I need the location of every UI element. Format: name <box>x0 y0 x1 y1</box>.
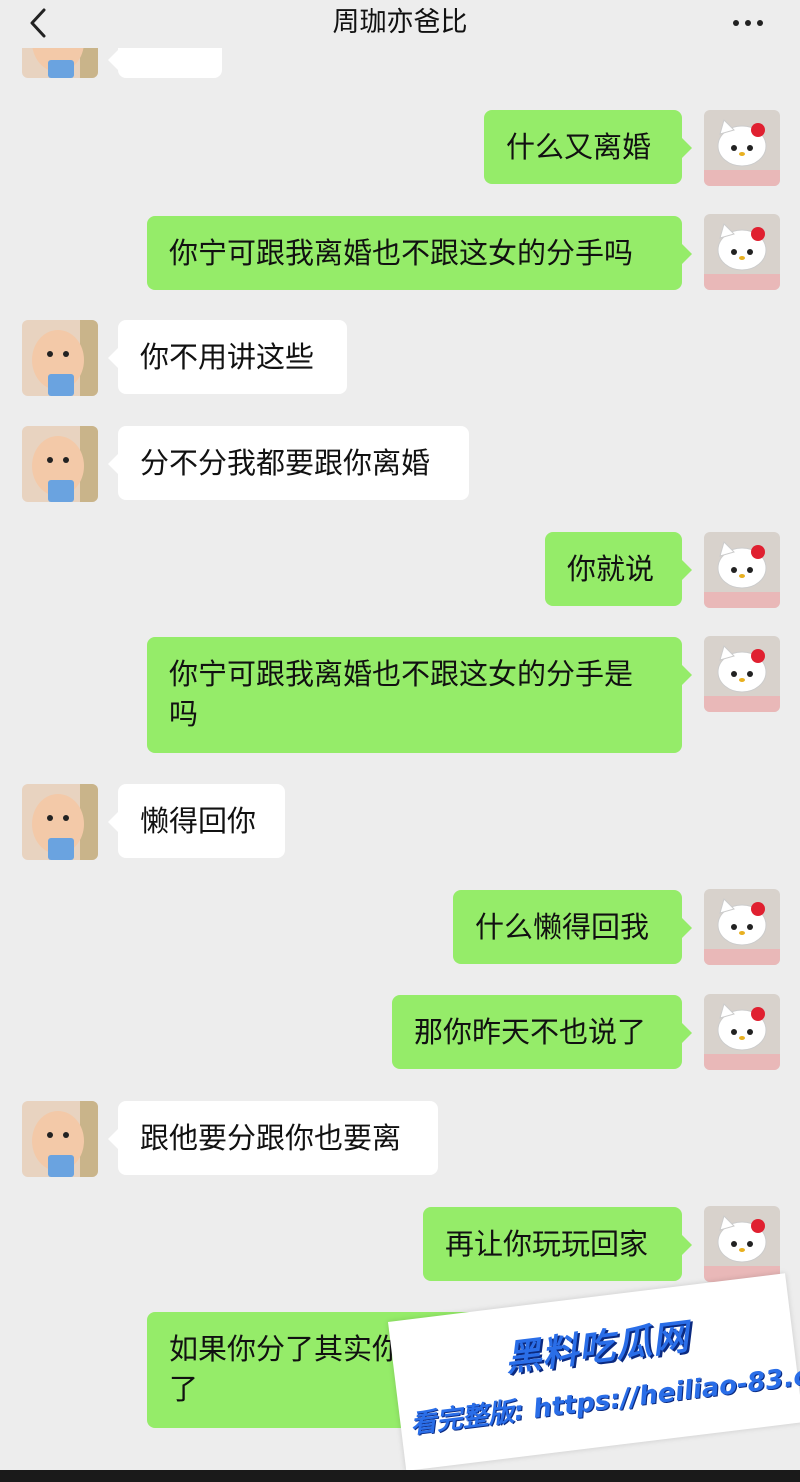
contact-avatar-baby[interactable] <box>22 1101 98 1177</box>
contact-avatar-baby[interactable] <box>22 320 98 396</box>
baby-avatar-icon <box>22 426 98 502</box>
message-bubble-incoming[interactable]: 懒得回你 <box>108 784 285 858</box>
hellokitty-avatar-icon <box>704 994 780 1070</box>
my-avatar-hellokitty[interactable] <box>704 110 780 186</box>
hellokitty-avatar-icon <box>704 889 780 965</box>
message-bubble-outgoing[interactable]: 你宁可跟我离婚也不跟这女的分手吗 <box>147 216 692 290</box>
watermark-banner: 黑料吃瓜网 看完整版: https://heiliao-83.com <box>388 1273 800 1471</box>
my-avatar-hellokitty[interactable] <box>704 214 780 290</box>
message-bubble-incoming[interactable]: 分不分我都要跟你离婚 <box>108 426 469 500</box>
my-avatar-hellokitty[interactable] <box>704 636 780 712</box>
baby-avatar-icon <box>22 1101 98 1177</box>
my-avatar-hellokitty[interactable] <box>704 994 780 1070</box>
my-avatar-hellokitty[interactable] <box>704 532 780 608</box>
baby-avatar-icon <box>22 320 98 396</box>
my-avatar-hellokitty[interactable] <box>704 889 780 965</box>
message-bubble-outgoing[interactable]: 那你昨天不也说了 <box>392 995 692 1069</box>
message-bubble-incoming[interactable]: 你不用讲这些 <box>108 320 347 394</box>
baby-avatar-icon <box>22 784 98 860</box>
message-bubble-outgoing[interactable]: 什么又离婚 <box>484 110 692 184</box>
chat-title: 周珈亦爸比 <box>332 7 468 38</box>
my-avatar-hellokitty[interactable] <box>704 1206 780 1282</box>
contact-avatar-baby[interactable] <box>22 784 98 860</box>
hellokitty-avatar-icon <box>704 110 780 186</box>
hellokitty-avatar-icon <box>704 214 780 290</box>
more-dots-icon[interactable] <box>730 12 770 32</box>
hellokitty-avatar-icon <box>704 532 780 608</box>
hellokitty-avatar-icon <box>704 636 780 712</box>
message-bubble-outgoing[interactable]: 什么懒得回我 <box>453 890 692 964</box>
watermark-brand: 黑料吃瓜网 <box>502 1316 692 1380</box>
hellokitty-avatar-icon <box>704 1206 780 1282</box>
message-bubble-outgoing[interactable]: 你就说 <box>545 532 692 606</box>
message-bubble-outgoing[interactable]: 再让你玩玩回家 <box>423 1207 692 1281</box>
chat-header: 周珈亦爸比 <box>0 0 800 48</box>
bottom-edge <box>0 1470 800 1482</box>
message-bubble-outgoing[interactable]: 你宁可跟我离婚也不跟这女的分手是 吗 <box>147 637 692 753</box>
contact-avatar-baby[interactable] <box>22 426 98 502</box>
message-bubble-incoming[interactable]: 跟他要分跟你也要离 <box>108 1101 438 1175</box>
